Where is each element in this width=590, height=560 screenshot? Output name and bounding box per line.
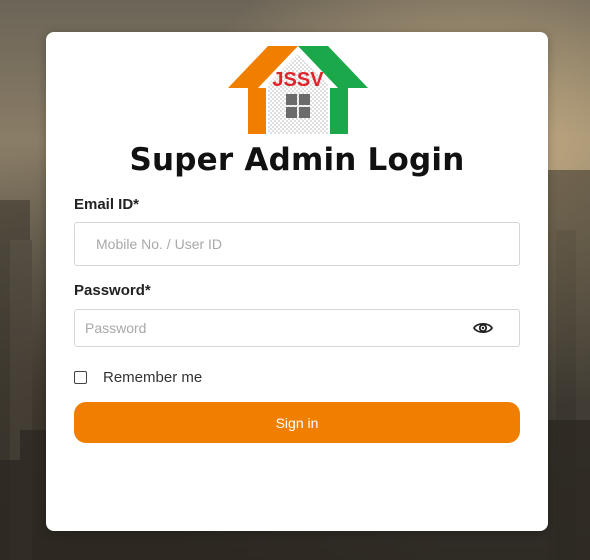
password-input-box[interactable] (74, 309, 520, 347)
password-label: Password* (74, 282, 151, 299)
email-input-box[interactable] (74, 222, 520, 266)
email-field[interactable] (96, 223, 476, 265)
remember-me-row: Remember me (74, 367, 202, 387)
login-card: JSSV Super Admin Login Email ID* Passwor… (46, 32, 548, 531)
eye-icon[interactable] (473, 320, 493, 336)
password-field[interactable] (85, 310, 465, 346)
sign-in-button[interactable]: Sign in (74, 402, 520, 443)
logo-text: JSSV (272, 69, 324, 91)
remember-me-label[interactable]: Remember me (103, 369, 202, 386)
jssv-house-logo: JSSV (228, 46, 368, 134)
email-label: Email ID* (74, 196, 140, 213)
remember-me-checkbox[interactable] (74, 370, 87, 384)
page-title: Super Admin Login (129, 142, 465, 178)
